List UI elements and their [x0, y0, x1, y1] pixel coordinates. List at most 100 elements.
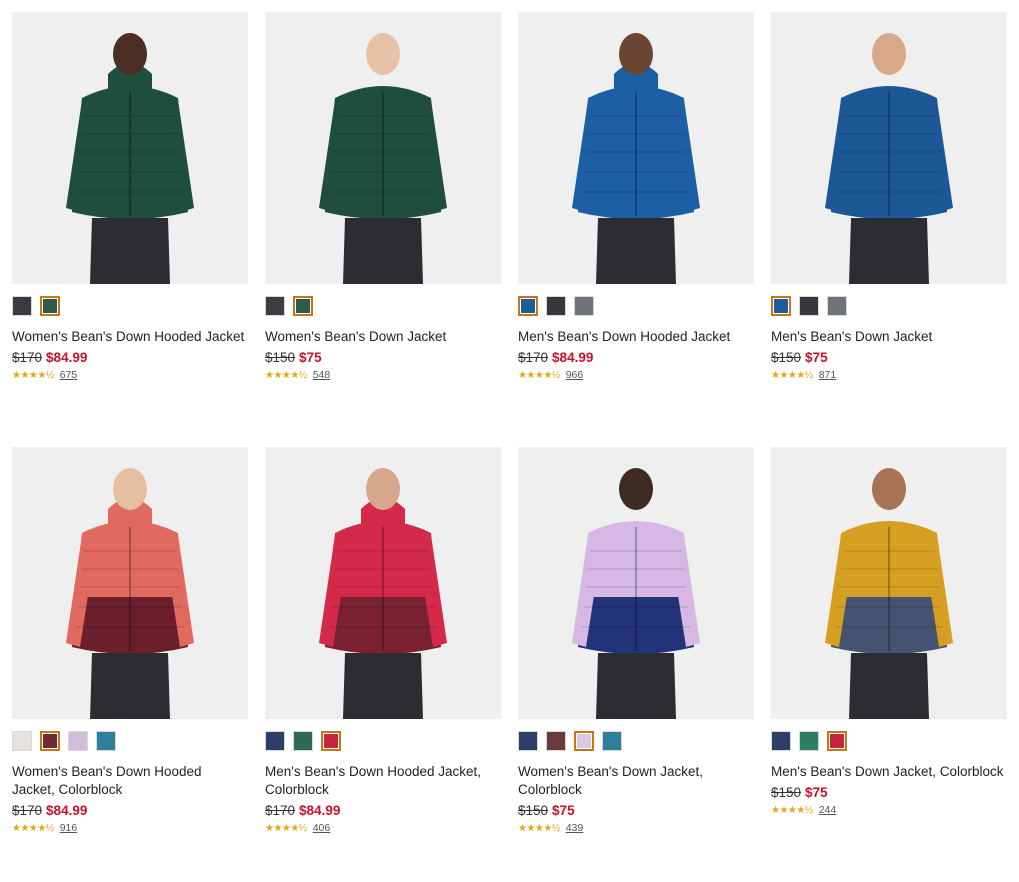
model-figure: [518, 447, 754, 719]
color-swatch[interactable]: [518, 296, 538, 316]
color-swatch[interactable]: [293, 296, 313, 316]
star-rating-icon: ★★★★½: [12, 369, 54, 381]
original-price: $170: [12, 350, 43, 365]
product-price: $170 $84.99: [12, 349, 87, 367]
review-count-link[interactable]: 871: [819, 369, 837, 381]
product-name[interactable]: Men's Bean's Down Hooded Jacket: [518, 328, 752, 346]
review-count-link[interactable]: 916: [60, 822, 78, 834]
model-figure: [265, 447, 501, 719]
model-figure: [771, 447, 1007, 719]
sale-price: $84.99: [552, 350, 594, 365]
original-price: $170: [12, 803, 43, 818]
product-card[interactable]: Women's Bean's Down Hooded Jacket, Color…: [12, 447, 248, 882]
color-swatch[interactable]: [799, 731, 819, 751]
product-card[interactable]: Men's Bean's Down Jacket $150 $75 ★★★★½ 871: [771, 12, 1007, 447]
color-swatch[interactable]: [602, 731, 622, 751]
product-image[interactable]: [771, 447, 1007, 719]
product-image[interactable]: [265, 447, 501, 719]
product-card[interactable]: Women's Bean's Down Jacket $150 $75 ★★★★½ 54…: [265, 12, 501, 447]
color-swatch[interactable]: [546, 296, 566, 316]
color-swatch[interactable]: [40, 296, 60, 316]
product-image[interactable]: [12, 447, 248, 719]
product-card[interactable]: Men's Bean's Down Hooded Jacket, Colorbl…: [265, 447, 501, 882]
product-name[interactable]: Men's Bean's Down Jacket, Colorblock: [771, 763, 1005, 781]
original-price: $170: [265, 803, 296, 818]
product-name[interactable]: Men's Bean's Down Hooded Jacket, Colorbl…: [265, 763, 499, 799]
product-rating: ★★★★½ 871: [771, 369, 836, 381]
color-swatch[interactable]: [518, 731, 538, 751]
product-price: $170 $84.99: [12, 802, 87, 820]
color-swatch[interactable]: [574, 296, 594, 316]
review-count-link[interactable]: 548: [313, 369, 331, 381]
product-price: $150 $75: [771, 349, 828, 367]
model-figure: [518, 12, 754, 284]
product-name[interactable]: Women's Bean's Down Hooded Jacket, Color…: [12, 763, 246, 799]
product-card[interactable]: Men's Bean's Down Hooded Jacket $170 $84.9…: [518, 12, 754, 447]
model-figure: [12, 447, 248, 719]
original-price: $150: [771, 350, 802, 365]
color-swatches: [518, 296, 594, 316]
product-name[interactable]: Women's Bean's Down Hooded Jacket: [12, 328, 246, 346]
product-image[interactable]: [518, 12, 754, 284]
color-swatch[interactable]: [12, 296, 32, 316]
star-rating-icon: ★★★★½: [771, 804, 813, 816]
model-figure: [771, 12, 1007, 284]
color-swatch[interactable]: [265, 731, 285, 751]
color-swatch[interactable]: [265, 296, 285, 316]
product-price: $170 $84.99: [518, 349, 593, 367]
color-swatch[interactable]: [40, 731, 60, 751]
color-swatches: [771, 731, 847, 751]
product-image[interactable]: [771, 12, 1007, 284]
sale-price: $84.99: [46, 803, 88, 818]
color-swatches: [12, 296, 60, 316]
color-swatch[interactable]: [12, 731, 32, 751]
product-name[interactable]: Women's Bean's Down Jacket: [265, 328, 499, 346]
color-swatch[interactable]: [68, 731, 88, 751]
product-image[interactable]: [265, 12, 501, 284]
original-price: $150: [265, 350, 296, 365]
color-swatch[interactable]: [293, 731, 313, 751]
product-card[interactable]: Men's Bean's Down Jacket, Colorblock $150…: [771, 447, 1007, 882]
star-rating-icon: ★★★★½: [265, 822, 307, 834]
color-swatch[interactable]: [96, 731, 116, 751]
star-rating-icon: ★★★★½: [518, 369, 560, 381]
review-count-link[interactable]: 439: [566, 822, 584, 834]
product-grid: Women's Bean's Down Hooded Jacket $170 $84…: [12, 12, 1007, 882]
sale-price: $75: [299, 350, 322, 365]
color-swatch[interactable]: [827, 296, 847, 316]
color-swatch[interactable]: [321, 731, 341, 751]
color-swatch[interactable]: [574, 731, 594, 751]
product-rating: ★★★★½ 966: [518, 369, 583, 381]
color-swatch[interactable]: [546, 731, 566, 751]
review-count-link[interactable]: 244: [819, 804, 837, 816]
sale-price: $84.99: [299, 803, 341, 818]
color-swatch[interactable]: [827, 731, 847, 751]
review-count-link[interactable]: 675: [60, 369, 78, 381]
original-price: $150: [518, 803, 549, 818]
product-name[interactable]: Women's Bean's Down Jacket, Colorblock: [518, 763, 752, 799]
color-swatches: [265, 296, 313, 316]
product-price: $150 $75: [518, 802, 575, 820]
sale-price: $75: [805, 785, 828, 800]
color-swatch[interactable]: [799, 296, 819, 316]
product-name[interactable]: Men's Bean's Down Jacket: [771, 328, 1005, 346]
model-figure: [265, 12, 501, 284]
star-rating-icon: ★★★★½: [265, 369, 307, 381]
original-price: $150: [771, 785, 802, 800]
color-swatches: [518, 731, 622, 751]
color-swatches: [265, 731, 341, 751]
color-swatch[interactable]: [771, 296, 791, 316]
color-swatch[interactable]: [771, 731, 791, 751]
color-swatches: [12, 731, 116, 751]
product-card[interactable]: Women's Bean's Down Jacket, Colorblock $1…: [518, 447, 754, 882]
sale-price: $75: [805, 350, 828, 365]
product-image[interactable]: [518, 447, 754, 719]
review-count-link[interactable]: 406: [313, 822, 331, 834]
product-price: $170 $84.99: [265, 802, 340, 820]
product-image[interactable]: [12, 12, 248, 284]
review-count-link[interactable]: 966: [566, 369, 584, 381]
product-rating: ★★★★½ 675: [12, 369, 77, 381]
product-rating: ★★★★½ 244: [771, 804, 836, 816]
star-rating-icon: ★★★★½: [771, 369, 813, 381]
product-card[interactable]: Women's Bean's Down Hooded Jacket $170 $84…: [12, 12, 248, 447]
